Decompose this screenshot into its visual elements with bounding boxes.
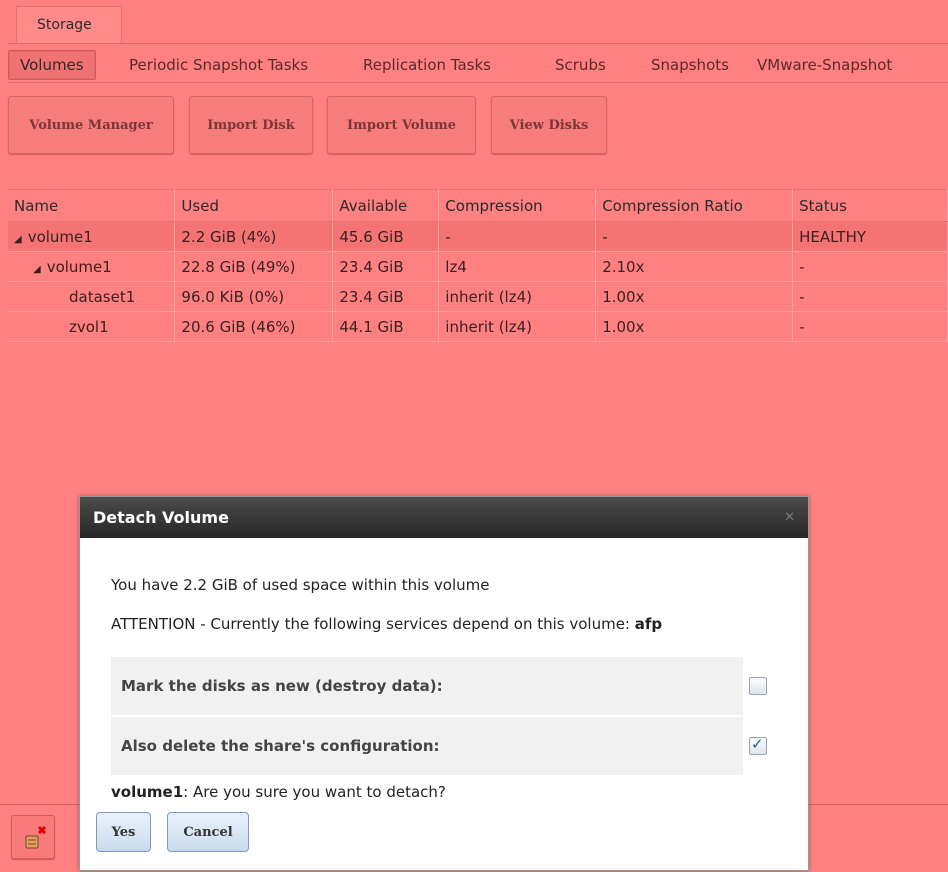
cell-ratio: 1.00x xyxy=(595,311,794,342)
cell-compression: - xyxy=(438,221,597,252)
cell-status: HEALTHY xyxy=(792,221,948,252)
cell-compression: inherit (lz4) xyxy=(438,281,597,312)
cell-used: 96.0 KiB (0%) xyxy=(174,281,334,312)
detach-volume-button[interactable] xyxy=(11,815,55,859)
col-used[interactable]: Used xyxy=(174,189,334,222)
table-row[interactable]: zvol1 20.6 GiB (46%) 44.1 GiB inherit (l… xyxy=(8,311,948,342)
import-disk-button[interactable]: Import Disk xyxy=(189,96,313,154)
col-compression[interactable]: Compression xyxy=(438,189,597,222)
import-volume-button[interactable]: Import Volume xyxy=(327,96,476,154)
close-icon[interactable]: ✕ xyxy=(784,497,795,538)
cell-available: 23.4 GiB xyxy=(332,251,440,282)
view-disks-button[interactable]: View Disks xyxy=(491,96,607,154)
subtab-scrubs[interactable]: Scrubs xyxy=(555,50,606,80)
cell-available: 45.6 GiB xyxy=(332,221,440,252)
volume-manager-button[interactable]: Volume Manager xyxy=(8,96,174,154)
confirm-volume-name: volume1 xyxy=(111,783,184,801)
cell-name: volume1 xyxy=(27,227,93,246)
mark-disks-new-label: Mark the disks as new (destroy data): xyxy=(121,677,443,695)
expand-triangle-icon[interactable]: ◢ xyxy=(33,264,41,275)
cell-name: dataset1 xyxy=(8,281,176,312)
cell-used: 22.8 GiB (49%) xyxy=(174,251,334,282)
cell-compression: inherit (lz4) xyxy=(438,311,597,342)
cell-available: 44.1 GiB xyxy=(332,311,440,342)
tab-storage[interactable]: Storage xyxy=(16,6,122,43)
table-row[interactable]: ◢ volume1 22.8 GiB (49%) 23.4 GiB lz4 2.1… xyxy=(8,251,948,282)
col-name[interactable]: Name xyxy=(8,189,176,222)
sub-tab-bar: Volumes Periodic Snapshot Tasks Replicat… xyxy=(8,46,948,83)
subtab-replication-tasks[interactable]: Replication Tasks xyxy=(363,50,491,80)
detach-volume-dialog: Detach Volume ✕ You have 2.2 GiB of used… xyxy=(79,496,809,871)
attention-service: afp xyxy=(634,615,663,633)
checkmark-icon: ✓ xyxy=(751,735,764,753)
top-tab-bar: Storage xyxy=(8,6,948,44)
cancel-button[interactable]: Cancel xyxy=(167,812,249,852)
yes-button[interactable]: Yes xyxy=(96,812,151,852)
col-status[interactable]: Status xyxy=(792,189,948,222)
cell-used: 2.2 GiB (4%) xyxy=(174,221,334,252)
confirm-question: : Are you sure you want to detach? xyxy=(183,783,446,801)
attention-text: ATTENTION - Currently the following serv… xyxy=(111,615,662,633)
confirm-text: volume1: Are you sure you want to detach… xyxy=(111,783,446,801)
cell-used: 20.6 GiB (46%) xyxy=(174,311,334,342)
delete-share-config-label: Also delete the share's configuration: xyxy=(121,737,440,755)
cell-status: - xyxy=(792,311,948,342)
mark-disks-new-checkbox[interactable] xyxy=(749,677,767,695)
cell-available: 23.4 GiB xyxy=(332,281,440,312)
cell-name: volume1 xyxy=(46,257,112,276)
delete-share-config-row: Also delete the share's configuration: xyxy=(111,717,743,775)
volumes-table: Name Used Available Compression Compress… xyxy=(8,189,948,342)
detach-volume-icon xyxy=(25,825,47,849)
subtab-vmware-snapshot[interactable]: VMware-Snapshot xyxy=(757,50,892,80)
col-compression-ratio[interactable]: Compression Ratio xyxy=(595,189,794,222)
mark-disks-new-row: Mark the disks as new (destroy data): xyxy=(111,657,743,715)
dialog-header: Detach Volume ✕ xyxy=(80,497,808,538)
volume-toolbar: Volume Manager Import Disk Import Volume… xyxy=(8,90,948,156)
cell-ratio: 1.00x xyxy=(595,281,794,312)
table-row[interactable]: ◢ volume1 2.2 GiB (4%) 45.6 GiB - - HEALT… xyxy=(8,221,948,252)
subtab-volumes[interactable]: Volumes xyxy=(8,50,96,80)
delete-share-config-checkbox[interactable]: ✓ xyxy=(749,735,767,755)
col-available[interactable]: Available xyxy=(332,189,440,222)
subtab-periodic-snapshot-tasks[interactable]: Periodic Snapshot Tasks xyxy=(129,50,308,80)
cell-name: zvol1 xyxy=(8,311,176,342)
cell-status: - xyxy=(792,251,948,282)
table-row[interactable]: dataset1 96.0 KiB (0%) 23.4 GiB inherit … xyxy=(8,281,948,312)
cell-status: - xyxy=(792,281,948,312)
table-header: Name Used Available Compression Compress… xyxy=(8,189,948,222)
dialog-title: Detach Volume xyxy=(93,508,229,527)
subtab-snapshots[interactable]: Snapshots xyxy=(651,50,729,80)
tab-storage-label: Storage xyxy=(37,17,92,33)
cell-ratio: - xyxy=(595,221,794,252)
expand-triangle-icon[interactable]: ◢ xyxy=(14,234,22,245)
used-space-text: You have 2.2 GiB of used space within th… xyxy=(111,576,490,594)
attention-message: ATTENTION - Currently the following serv… xyxy=(111,615,635,633)
cell-compression: lz4 xyxy=(438,251,597,282)
cell-ratio: 2.10x xyxy=(595,251,794,282)
